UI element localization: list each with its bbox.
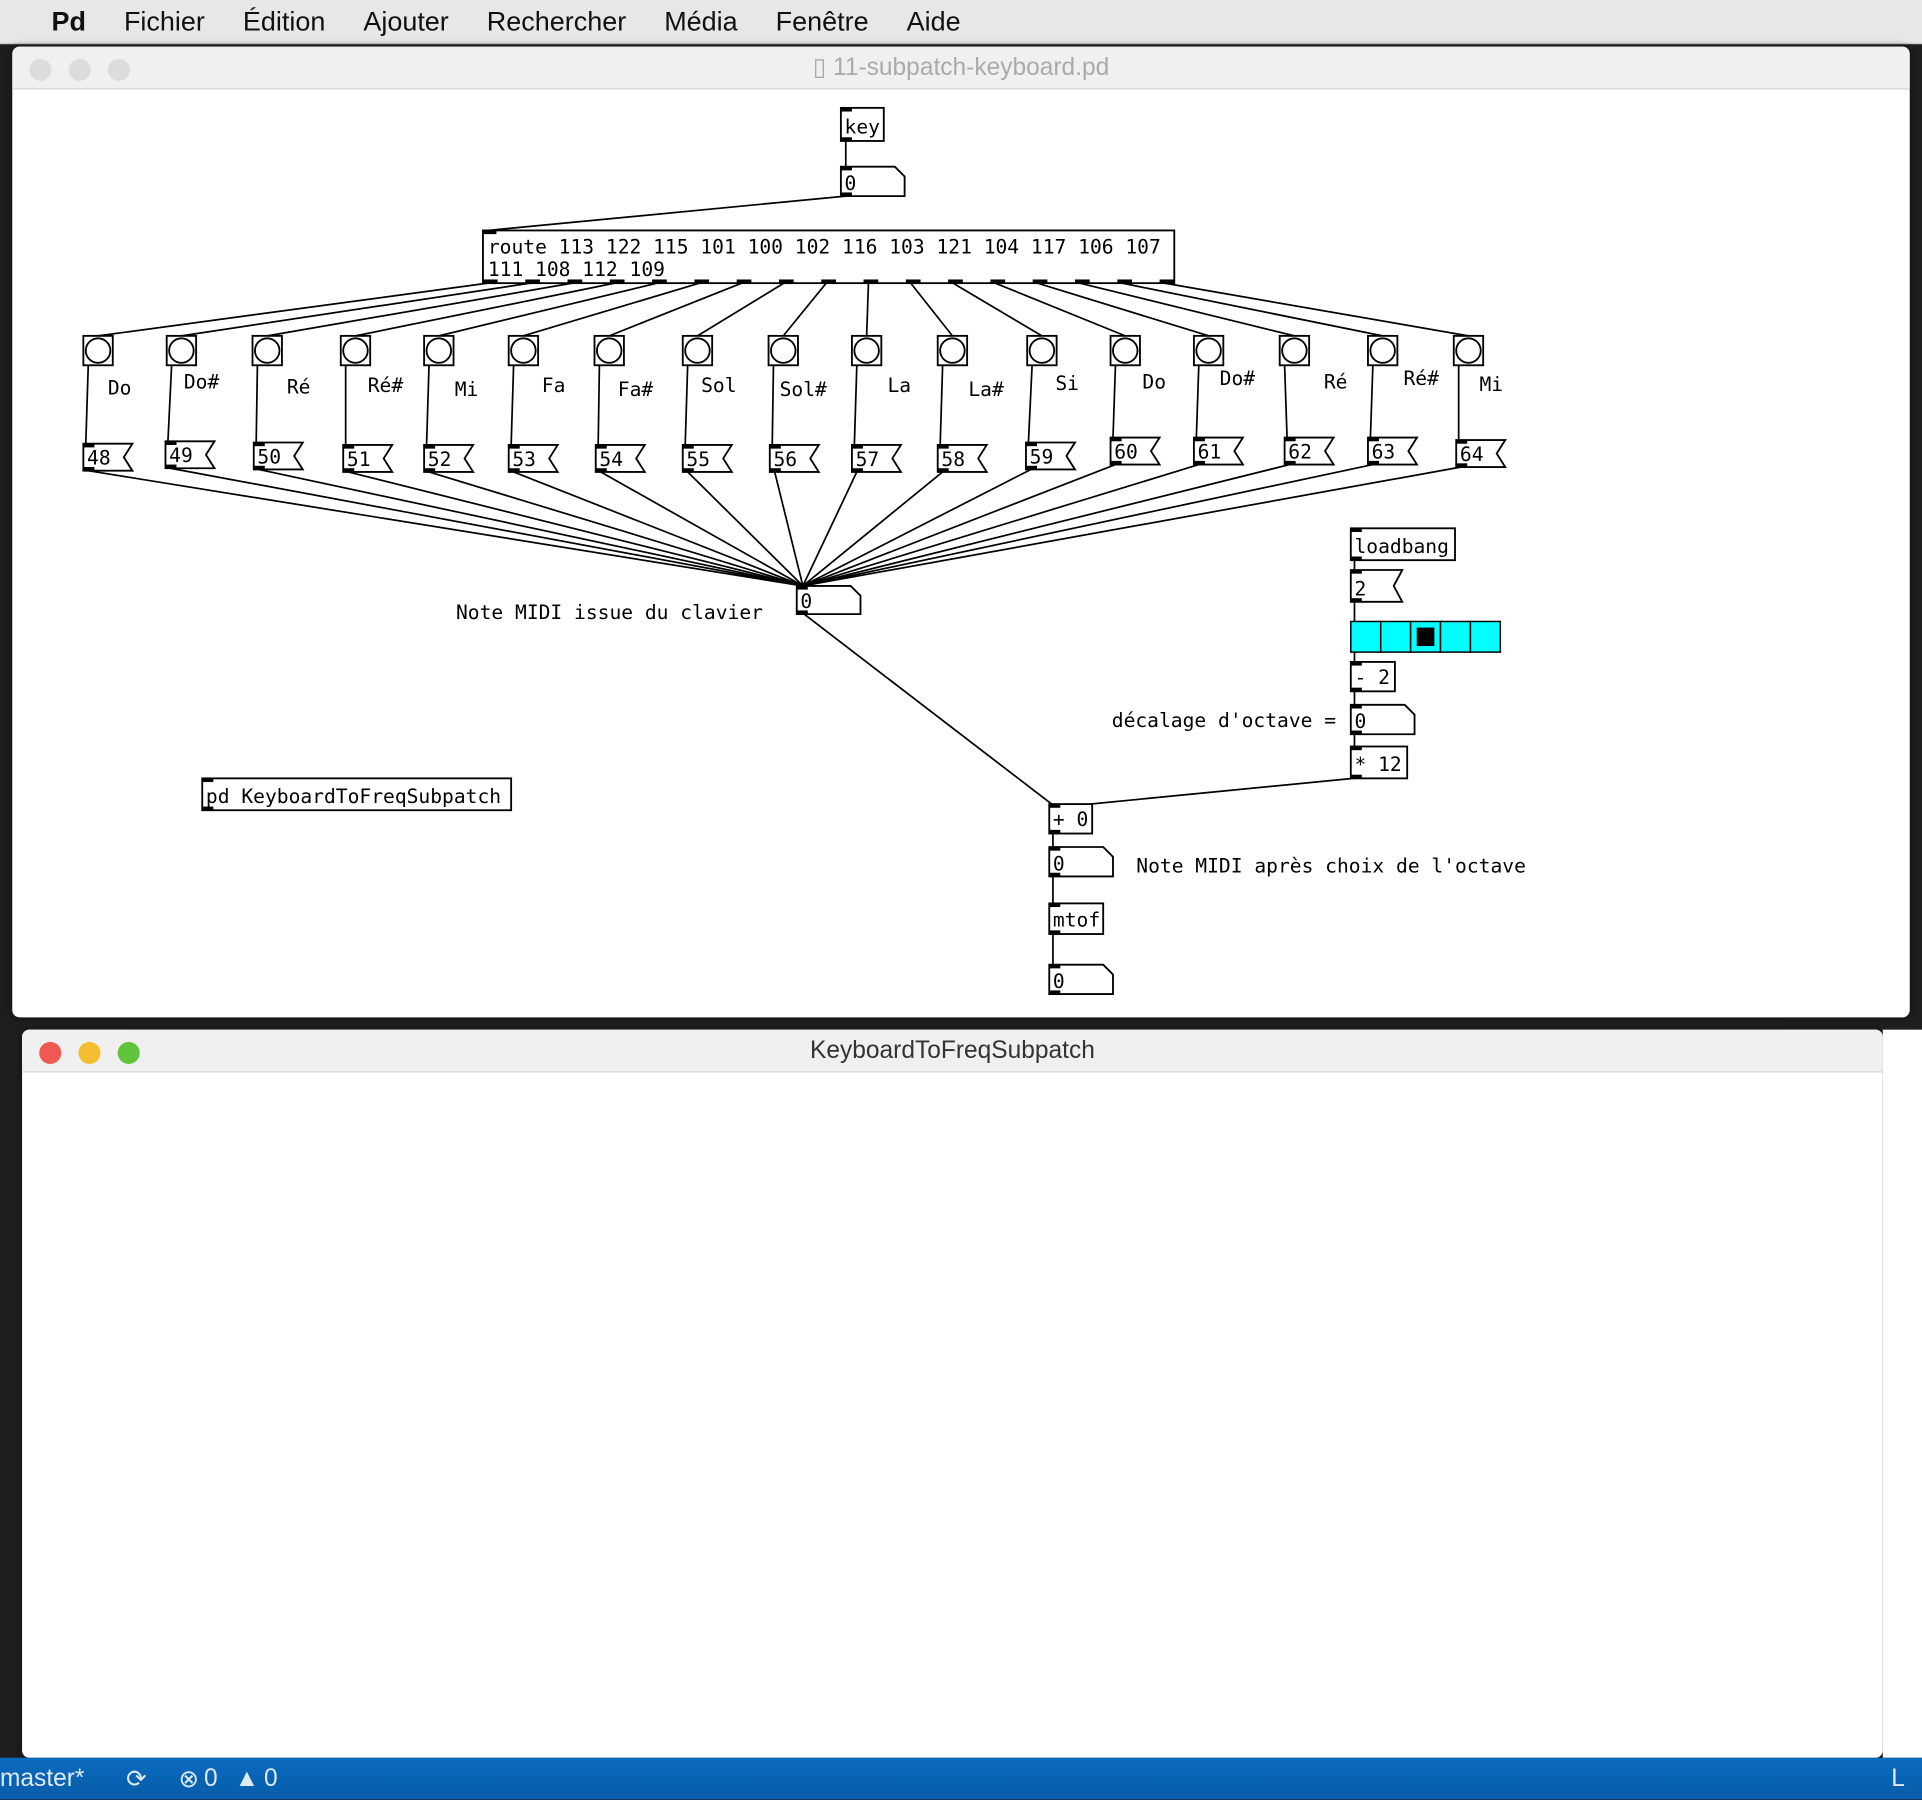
menu-media[interactable]: Média [664, 6, 737, 38]
menu-edition[interactable]: Édition [243, 6, 325, 38]
minimize-button[interactable] [78, 1041, 101, 1064]
warning-count: 0 [263, 1764, 278, 1792]
subpatch-window-titlebar[interactable]: KeyboardToFreqSubpatch [22, 1029, 1883, 1073]
close-button[interactable] [39, 1041, 62, 1064]
branch-label[interactable]: master* [0, 1764, 84, 1792]
error-count: 0 [204, 1764, 218, 1792]
patch-window-titlebar[interactable]: ▯ 11-subpatch-keyboard.pd [12, 46, 1910, 90]
background-document [1882, 1029, 1922, 1758]
close-button[interactable] [29, 58, 52, 81]
window-title: 11-subpatch-keyboard.pd [833, 53, 1110, 81]
error-icon[interactable]: ⊗ [179, 1763, 200, 1794]
minimize-button[interactable] [68, 58, 91, 81]
menu-fenetre[interactable]: Fenêtre [776, 6, 869, 38]
menu-app[interactable]: Pd [51, 6, 85, 38]
warning-icon[interactable]: ▲ [235, 1764, 259, 1792]
sync-icon[interactable]: ⟳ [126, 1763, 147, 1794]
menu-ajouter[interactable]: Ajouter [363, 6, 448, 38]
subpatch-window: KeyboardToFreqSubpatch [22, 1029, 1883, 1758]
status-bar: master* ⟳ ⊗ 0 ▲ 0 L [0, 1757, 1922, 1800]
patch-window: ▯ 11-subpatch-keyboard.pd [12, 46, 1910, 1018]
menu-rechercher[interactable]: Rechercher [487, 6, 626, 38]
document-icon: ▯ [812, 53, 834, 81]
zoom-button[interactable] [107, 58, 130, 81]
menu-aide[interactable]: Aide [907, 6, 961, 38]
menu-fichier[interactable]: Fichier [124, 6, 205, 38]
zoom-button[interactable] [117, 1041, 140, 1064]
status-right: L [1891, 1764, 1905, 1792]
menu-bar: Pd Fichier Édition Ajouter Rechercher Mé… [0, 0, 1922, 45]
window-title: KeyboardToFreqSubpatch [810, 1037, 1095, 1064]
